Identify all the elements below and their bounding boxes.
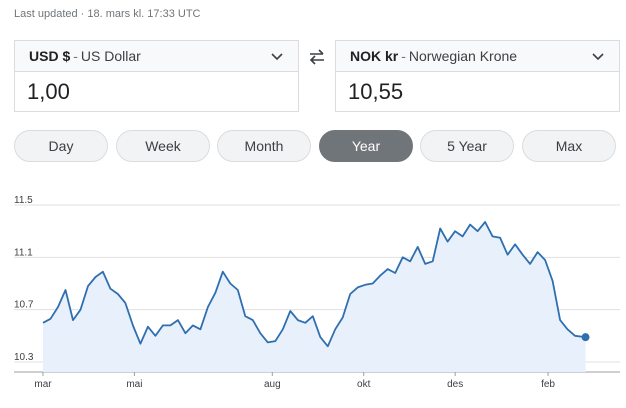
to-currency-select[interactable]: NOK kr - Norwegian Krone: [336, 41, 619, 72]
to-currency-code: NOK kr: [350, 48, 399, 64]
tab-year[interactable]: Year: [319, 130, 413, 162]
chevron-down-icon: [592, 53, 604, 61]
x-tick-label: mar: [34, 379, 52, 390]
swap-arrows-icon[interactable]: [307, 48, 327, 66]
rate-area-fill: [43, 222, 586, 372]
exchange-rate-chart[interactable]: 11.5 11.1 10.7 10.3 mar mai aug okt des feb: [0, 190, 626, 400]
to-amount-input[interactable]: 10,55: [336, 72, 619, 112]
tab-month[interactable]: Month: [217, 130, 311, 162]
to-currency-box: NOK kr - Norwegian Krone 10,55: [335, 40, 620, 112]
chevron-down-icon: [271, 53, 283, 61]
from-currency-select[interactable]: USD $ - US Dollar: [15, 41, 298, 72]
from-amount-input[interactable]: 1,00: [15, 72, 298, 112]
last-updated-text: Last updated · 18. mars kl. 17:33 UTC: [14, 8, 201, 20]
x-tick-label: feb: [541, 379, 555, 390]
tab-day[interactable]: Day: [14, 130, 108, 162]
from-currency-name: US Dollar: [80, 48, 141, 64]
x-tick-label: des: [447, 379, 463, 390]
time-range-tabs: Day Week Month Year 5 Year Max: [14, 130, 624, 162]
tab-max[interactable]: Max: [522, 130, 616, 162]
to-currency-name: Norwegian Krone: [408, 48, 518, 64]
tab-5-year[interactable]: 5 Year: [420, 130, 514, 162]
x-tick-label: aug: [264, 379, 281, 390]
y-tick-label: 10.3: [14, 352, 34, 363]
x-tick-label: okt: [357, 379, 371, 390]
from-currency-code: USD $: [29, 48, 71, 64]
x-tick-label: mai: [126, 379, 142, 390]
y-tick-label: 10.7: [14, 300, 34, 311]
from-currency-separator: -: [73, 48, 78, 64]
from-currency-box: USD $ - US Dollar 1,00: [14, 40, 299, 112]
to-currency-separator: -: [401, 48, 406, 64]
y-tick-label: 11.5: [14, 195, 33, 206]
tab-week[interactable]: Week: [116, 130, 210, 162]
current-rate-dot: [581, 333, 590, 342]
y-tick-label: 11.1: [14, 247, 33, 258]
